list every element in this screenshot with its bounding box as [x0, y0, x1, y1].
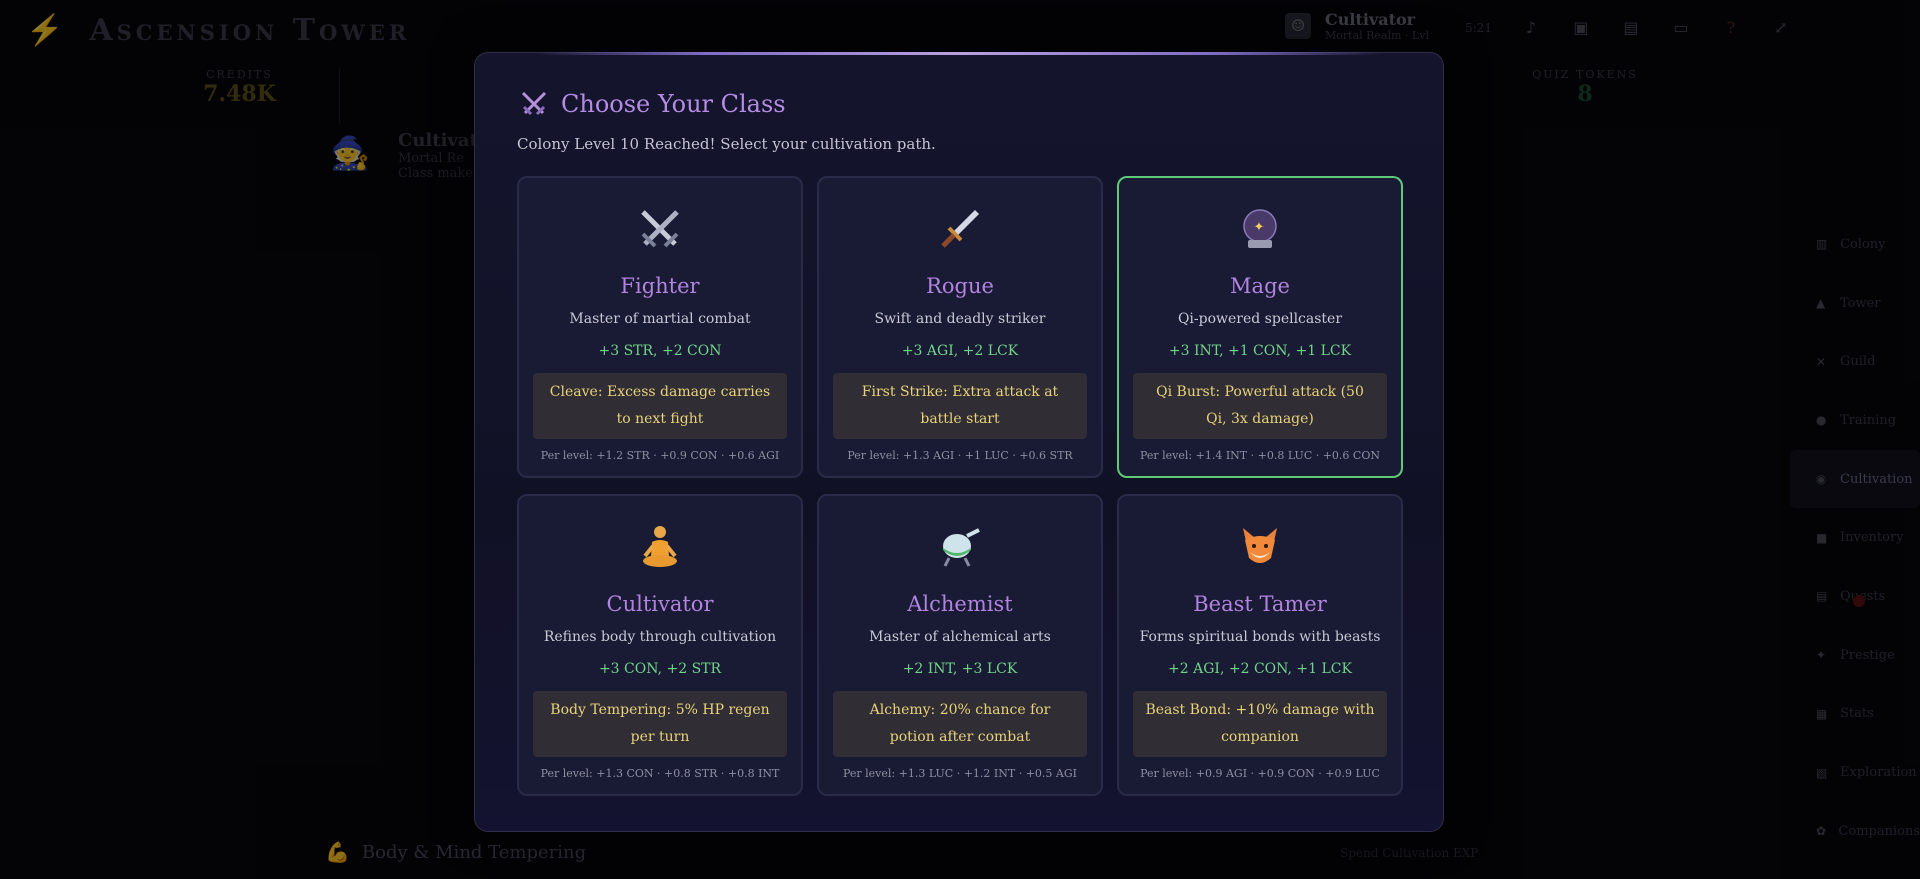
class-name: Cultivator — [606, 592, 714, 616]
class-ability: Beast Bond: +10% damage with companion — [1133, 691, 1387, 757]
class-stat-bonus: +3 CON, +2 STR — [598, 661, 722, 677]
modal-header: Choose Your Class — [519, 89, 786, 119]
meditating-person-icon — [643, 526, 677, 567]
class-per-level: Per level: +1.3 CON · +0.8 STR · +0.8 IN… — [540, 767, 780, 780]
fox-icon — [1243, 528, 1277, 563]
class-ability: Body Tempering: 5% HP regen per turn — [533, 691, 787, 757]
class-description: Qi-powered spellcaster — [1177, 311, 1343, 327]
class-ability: Qi Burst: Powerful attack (50 Qi, 3x dam… — [1133, 373, 1387, 439]
class-card-rogue[interactable]: Rogue Swift and deadly striker +3 AGI, +… — [817, 176, 1103, 478]
class-name: Beast Tamer — [1193, 592, 1327, 616]
class-ability: Alchemy: 20% chance for potion after com… — [833, 691, 1087, 757]
class-stat-bonus: +3 AGI, +2 LCK — [901, 343, 1019, 359]
class-name: Fighter — [620, 274, 700, 298]
class-stat-bonus: +2 AGI, +2 CON, +1 LCK — [1168, 661, 1352, 677]
class-card-alchemist[interactable]: Alchemist Master of alchemical arts +2 I… — [817, 494, 1103, 796]
crossed-swords-icon — [641, 210, 679, 248]
modal-subtitle: Colony Level 10 Reached! Select your cul… — [517, 135, 936, 153]
choose-class-modal: Choose Your Class Colony Level 10 Reache… — [474, 52, 1444, 832]
modal-accent-line — [535, 52, 1383, 55]
class-per-level: Per level: +1.4 INT · +0.8 LUC · +0.6 CO… — [1139, 449, 1380, 462]
class-card-cultivator[interactable]: Cultivator Refines body through cultivat… — [517, 494, 803, 796]
class-card-beast-tamer[interactable]: Beast Tamer Forms spiritual bonds with b… — [1117, 494, 1403, 796]
class-description: Forms spiritual bonds with beasts — [1139, 629, 1381, 645]
class-per-level: Per level: +1.3 LUC · +1.2 INT · +0.5 AG… — [842, 767, 1078, 780]
crossed-swords-icon — [521, 91, 547, 116]
class-per-level: Per level: +0.9 AGI · +0.9 CON · +0.9 LU… — [1140, 767, 1380, 780]
class-card-fighter[interactable]: Fighter Master of martial combat +3 STR,… — [517, 176, 803, 478]
class-name: Alchemist — [907, 592, 1013, 616]
class-description: Swift and deadly striker — [874, 311, 1046, 327]
class-card-mage[interactable]: ✦ Mage Qi-powered spellcaster +3 INT, +1… — [1117, 176, 1403, 478]
dagger-icon — [941, 210, 979, 248]
alembic-icon — [943, 528, 980, 567]
class-per-level: Per level: +1.3 AGI · +1 LUC · +0.6 STR — [847, 449, 1073, 462]
class-stat-bonus: +3 INT, +1 CON, +1 LCK — [1168, 343, 1352, 359]
class-stat-bonus: +2 INT, +3 LCK — [902, 661, 1018, 677]
class-name: Rogue — [926, 274, 994, 298]
class-name: Mage — [1230, 274, 1290, 298]
class-description: Master of alchemical arts — [869, 629, 1051, 645]
class-ability: First Strike: Extra attack at battle sta… — [833, 373, 1087, 439]
class-stat-bonus: +3 STR, +2 CON — [598, 343, 722, 359]
svg-text:✦: ✦ — [1254, 220, 1265, 235]
crystal-ball-icon: ✦ — [1243, 209, 1277, 248]
class-per-level: Per level: +1.2 STR · +0.9 CON · +0.6 AG… — [540, 449, 780, 462]
class-description: Master of martial combat — [569, 311, 751, 327]
class-ability: Cleave: Excess damage carries to next fi… — [533, 373, 787, 439]
class-description: Refines body through cultivation — [543, 629, 777, 645]
modal-title: Choose Your Class — [561, 90, 786, 118]
